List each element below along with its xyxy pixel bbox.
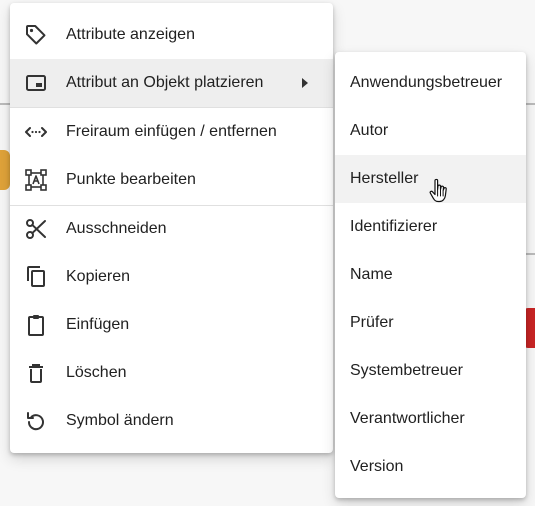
submenu-item-version[interactable]: Version xyxy=(335,443,526,491)
menu-item-paste[interactable]: Einfügen xyxy=(10,301,333,349)
submenu-item-identifizierer[interactable]: Identifizierer xyxy=(335,203,526,251)
submenu-item-anwendungsbetreuer[interactable]: Anwendungsbetreuer xyxy=(335,59,526,107)
menu-item-delete[interactable]: Löschen xyxy=(10,349,333,397)
submenu-item-label: Verantwortlicher xyxy=(350,410,465,427)
menu-item-insert-remove-space[interactable]: Freiraum einfügen / entfernen xyxy=(10,108,333,156)
submenu-item-label: Autor xyxy=(350,122,389,139)
horizontal-space-icon xyxy=(24,120,48,144)
attribute-submenu: Anwendungsbetreuer Autor Hersteller Iden… xyxy=(335,52,526,498)
submenu-item-systembetreuer[interactable]: Systembetreuer xyxy=(335,347,526,395)
copy-icon xyxy=(24,265,48,289)
menu-item-label: Symbol ändern xyxy=(66,412,174,429)
menu-item-label: Attribut an Objekt platzieren xyxy=(66,74,264,91)
submenu-item-label: Name xyxy=(350,266,393,283)
menu-item-label: Einfügen xyxy=(66,316,130,333)
trash-icon xyxy=(24,361,48,385)
menu-item-cut[interactable]: Ausschneiden xyxy=(10,205,333,253)
submenu-item-label: Hersteller xyxy=(350,170,419,187)
submenu-item-autor[interactable]: Autor xyxy=(335,107,526,155)
submenu-item-name[interactable]: Name xyxy=(335,251,526,299)
menu-item-label: Kopieren xyxy=(66,268,131,285)
menu-item-copy[interactable]: Kopieren xyxy=(10,253,333,301)
context-menu: Attribute anzeigen Attribut an Objekt pl… xyxy=(10,3,333,453)
submenu-item-label: Version xyxy=(350,458,404,475)
submenu-item-verantwortlicher[interactable]: Verantwortlicher xyxy=(335,395,526,443)
menu-item-show-attributes[interactable]: Attribute anzeigen xyxy=(10,11,333,59)
clipboard-icon xyxy=(24,313,48,337)
canvas-line xyxy=(526,103,535,105)
submenu-item-label: Anwendungsbetreuer xyxy=(350,74,503,91)
submenu-item-label: Prüfer xyxy=(350,314,394,331)
edit-points-icon xyxy=(24,168,48,192)
tag-icon xyxy=(24,23,48,47)
menu-item-place-attribute[interactable]: Attribut an Objekt platzieren xyxy=(10,59,333,107)
submenu-item-label: Systembetreuer xyxy=(350,362,463,379)
undo-icon xyxy=(24,409,48,433)
hand-cursor-icon xyxy=(428,178,450,206)
canvas-line xyxy=(526,253,535,255)
scissors-icon xyxy=(24,217,48,241)
menu-item-edit-points[interactable]: Punkte bearbeiten xyxy=(10,156,333,204)
picture-in-picture-icon xyxy=(24,71,48,95)
submenu-item-pruefer[interactable]: Prüfer xyxy=(335,299,526,347)
menu-item-label: Freiraum einfügen / entfernen xyxy=(66,123,277,140)
canvas-object-shape xyxy=(0,150,10,190)
menu-item-change-symbol[interactable]: Symbol ändern xyxy=(10,397,333,445)
menu-item-label: Attribute anzeigen xyxy=(66,26,195,43)
submenu-item-label: Identifizierer xyxy=(350,218,438,235)
submenu-arrow-icon xyxy=(302,78,308,88)
menu-item-label: Punkte bearbeiten xyxy=(66,171,196,188)
menu-item-label: Löschen xyxy=(66,364,127,381)
menu-item-label: Ausschneiden xyxy=(66,220,167,237)
